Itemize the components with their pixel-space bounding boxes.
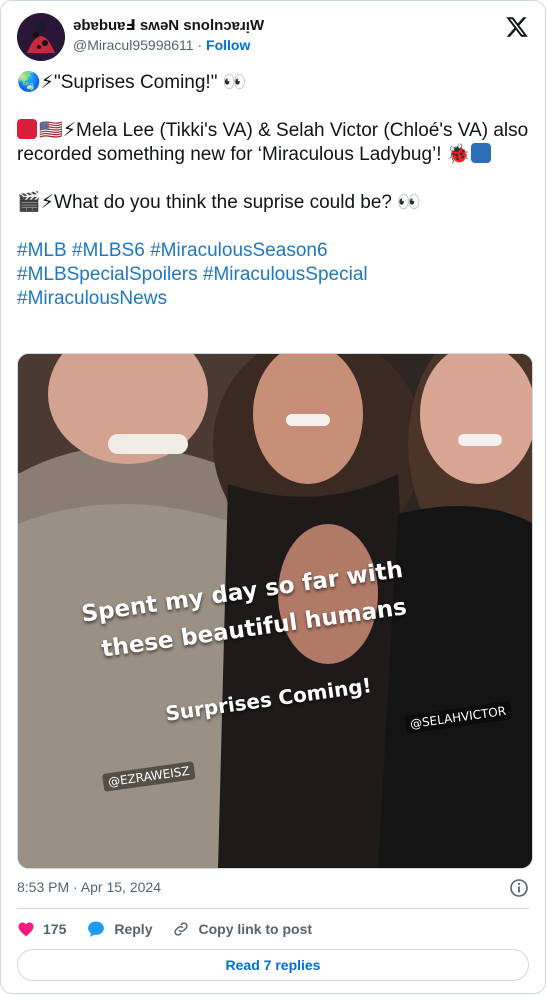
hashtag-link[interactable]: #MiraculousNews bbox=[17, 288, 167, 309]
avatar[interactable] bbox=[17, 13, 65, 61]
sparkler-emoji-icon bbox=[17, 119, 37, 139]
bolt-emoji: ⚡ bbox=[62, 120, 77, 141]
tweet-line-3-text: What do you think the suprise could be? … bbox=[54, 192, 421, 213]
tweet-line-3: 🎬⚡What do you think the suprise could be… bbox=[17, 191, 533, 215]
hashtag-link[interactable]: #MLBSpecialSpoilers bbox=[17, 264, 198, 285]
author-handle[interactable]: @Miracul95998611 bbox=[73, 37, 194, 53]
copy-link-button[interactable]: Copy link to post bbox=[172, 920, 312, 938]
flag-emoji: 🇺🇸 bbox=[39, 120, 63, 141]
author-display-name[interactable]: ǝbɐbuɐℲ sʍǝN snolnɔɐɹᴉW bbox=[73, 16, 264, 34]
heart-icon bbox=[18, 922, 34, 937]
hashtag-block: #MLB #MLBS6 #MiraculousSeason6 #MLBSpeci… bbox=[17, 239, 533, 311]
tweet-line-2: 🇺🇸⚡Mela Lee (Tikki's VA) & Selah Victor … bbox=[17, 119, 533, 167]
tweet-header: ǝbɐbuɐℲ sʍǝN snolnɔɐɹᴉW @Miracul95998611… bbox=[17, 13, 533, 61]
tweet-card: ǝbɐbuɐℲ sʍǝN snolnɔɐɹᴉW @Miracul95998611… bbox=[0, 0, 546, 994]
tweet-actions: 175 Reply Copy link to post bbox=[17, 917, 332, 941]
reply-button[interactable]: Reply bbox=[86, 919, 152, 939]
hashtag-link[interactable]: #MiraculousSpecial bbox=[203, 264, 368, 285]
author-handle-line: @Miracul95998611 · Follow bbox=[73, 37, 250, 53]
info-icon[interactable] bbox=[509, 878, 529, 898]
handle-separator: · bbox=[197, 37, 203, 53]
reply-label: Reply bbox=[114, 921, 153, 937]
tweet-line-1-text: "Suprises Coming!" 👀 bbox=[54, 72, 247, 93]
link-icon bbox=[174, 922, 189, 936]
hashtag-link[interactable]: #MLBS6 bbox=[72, 240, 145, 261]
like-count: 175 bbox=[43, 921, 67, 937]
hashtag-link[interactable]: #MiraculousSeason6 bbox=[150, 240, 327, 261]
tweet-text: 🌏⚡"Suprises Coming!" 👀 🇺🇸⚡Mela Lee (Tikk… bbox=[17, 71, 533, 311]
bolt-emoji: ⚡ bbox=[40, 72, 55, 93]
ladybug-emoji: 🐞 bbox=[446, 144, 471, 165]
tweet-line-1: 🌏⚡"Suprises Coming!" 👀 bbox=[17, 71, 533, 95]
like-button[interactable]: 175 bbox=[17, 920, 66, 938]
tweet-photo[interactable]: Spent my day so far with these beautiful… bbox=[17, 353, 533, 869]
copy-link-label: Copy link to post bbox=[198, 921, 313, 937]
fireworks-emoji-icon bbox=[470, 143, 491, 163]
follow-button[interactable]: Follow bbox=[206, 37, 250, 53]
x-logo-icon[interactable] bbox=[505, 15, 529, 39]
divider bbox=[17, 908, 529, 909]
reply-bubble-icon bbox=[88, 921, 105, 937]
bolt-emoji: ⚡ bbox=[40, 192, 55, 213]
clapper-emoji: 🎬 bbox=[17, 192, 41, 213]
read-replies-button[interactable]: Read 7 replies bbox=[17, 949, 529, 981]
hashtag-link[interactable]: #MLB bbox=[17, 240, 67, 261]
globe-emoji: 🌏 bbox=[17, 72, 41, 93]
tweet-timestamp[interactable]: 8:53 PM · Apr 15, 2024 bbox=[17, 879, 161, 895]
